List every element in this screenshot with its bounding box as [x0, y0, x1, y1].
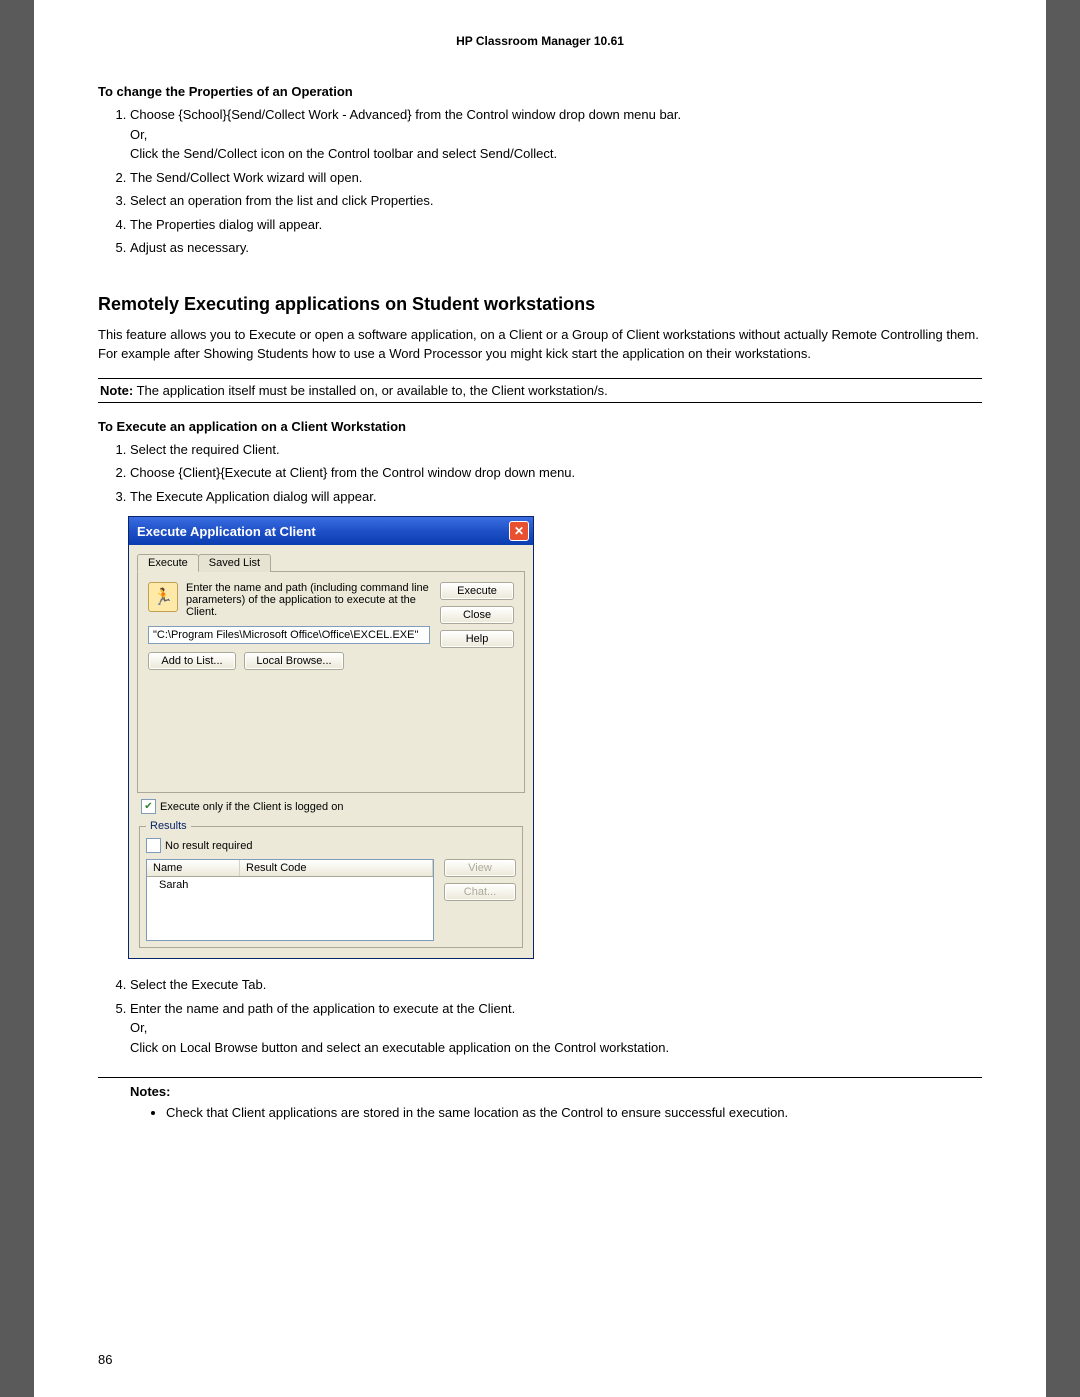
table-row[interactable]: Sarah	[147, 877, 433, 893]
add-to-list-button[interactable]: Add to List...	[148, 652, 236, 670]
close-icon[interactable]: ✕	[509, 521, 529, 541]
close-button[interactable]: Close	[440, 606, 514, 624]
step-text: Choose {School}{Send/Collect Work - Adva…	[130, 107, 681, 161]
help-button[interactable]: Help	[440, 630, 514, 648]
list-item: Adjust as necessary.	[130, 238, 982, 258]
dialog-titlebar: Execute Application at Client ✕	[129, 517, 533, 545]
step-text: Enter the name and path of the applicati…	[130, 1001, 669, 1055]
checkbox-no-result[interactable]	[146, 838, 161, 853]
col-name-header[interactable]: Name	[147, 860, 240, 876]
step-text: The Send/Collect Work wizard will open.	[130, 170, 362, 185]
tab-saved-list[interactable]: Saved List	[198, 554, 271, 572]
run-icon: 🏃	[148, 582, 178, 612]
list-item: The Send/Collect Work wizard will open.	[130, 168, 982, 188]
doc-header: HP Classroom Manager 10.61	[98, 34, 982, 48]
view-button[interactable]: View	[444, 859, 516, 877]
note-box: Note: The application itself must be ins…	[98, 378, 982, 403]
section-change-properties-heading: To change the Properties of an Operation	[98, 84, 982, 99]
checkbox-no-result-label: No result required	[165, 840, 252, 852]
list-item: Choose {School}{Send/Collect Work - Adva…	[130, 105, 982, 164]
list-item: Select an operation from the list and cl…	[130, 191, 982, 211]
execute-button[interactable]: Execute	[440, 582, 514, 600]
path-input[interactable]	[148, 626, 430, 644]
chat-button[interactable]: Chat...	[444, 883, 516, 901]
results-table[interactable]: Name Result Code Sarah	[146, 859, 434, 941]
note-label: Note:	[100, 383, 133, 398]
page-number: 86	[98, 1352, 112, 1367]
checkbox-logged-on-label: Execute only if the Client is logged on	[160, 801, 343, 813]
list-item: Check that Client applications are store…	[166, 1103, 982, 1123]
step-text: The Execute Application dialog will appe…	[130, 489, 376, 504]
results-group: Results No result required Name Result C…	[139, 820, 523, 948]
step-text: The Properties dialog will appear.	[130, 217, 322, 232]
step-text: Choose {Client}{Execute at Client} from …	[130, 465, 575, 480]
list-item: The Execute Application dialog will appe…	[130, 487, 982, 507]
section-remote-execute-heading: Remotely Executing applications on Stude…	[98, 294, 982, 315]
note-text: The application itself must be installed…	[137, 383, 608, 398]
dialog-title: Execute Application at Client	[137, 524, 316, 539]
hint-text: Enter the name and path (including comma…	[186, 582, 430, 618]
note-item-text: Check that Client applications are store…	[166, 1105, 788, 1120]
section-execute-app-heading: To Execute an application on a Client Wo…	[98, 419, 982, 434]
step-text: Select an operation from the list and cl…	[130, 193, 433, 208]
cell-name: Sarah	[147, 877, 200, 893]
checkbox-logged-on[interactable]: ✔	[141, 799, 156, 814]
local-browse-button[interactable]: Local Browse...	[244, 652, 344, 670]
list-item: The Properties dialog will appear.	[130, 215, 982, 235]
list-item: Choose {Client}{Execute at Client} from …	[130, 463, 982, 483]
section1-list: Choose {School}{Send/Collect Work - Adva…	[98, 105, 982, 258]
step-text: Adjust as necessary.	[130, 240, 249, 255]
list-item: Select the Execute Tab.	[130, 975, 982, 995]
results-legend: Results	[146, 820, 191, 832]
section-remote-execute-para: This feature allows you to Execute or op…	[98, 325, 982, 364]
col-code-header[interactable]: Result Code	[240, 860, 433, 876]
step-text: Select the required Client.	[130, 442, 280, 457]
list-item: Select the required Client.	[130, 440, 982, 460]
section2-list-before: Select the required Client. Choose {Clie…	[98, 440, 982, 507]
step-text: Select the Execute Tab.	[130, 977, 266, 992]
execute-application-dialog: Execute Application at Client ✕ Execute …	[128, 516, 534, 959]
list-item: Enter the name and path of the applicati…	[130, 999, 982, 1058]
notes-label: Notes:	[130, 1084, 170, 1099]
notes-list: Check that Client applications are store…	[166, 1103, 982, 1123]
tab-execute[interactable]: Execute	[137, 554, 199, 572]
section2-list-after: Select the Execute Tab. Enter the name a…	[98, 975, 982, 1057]
